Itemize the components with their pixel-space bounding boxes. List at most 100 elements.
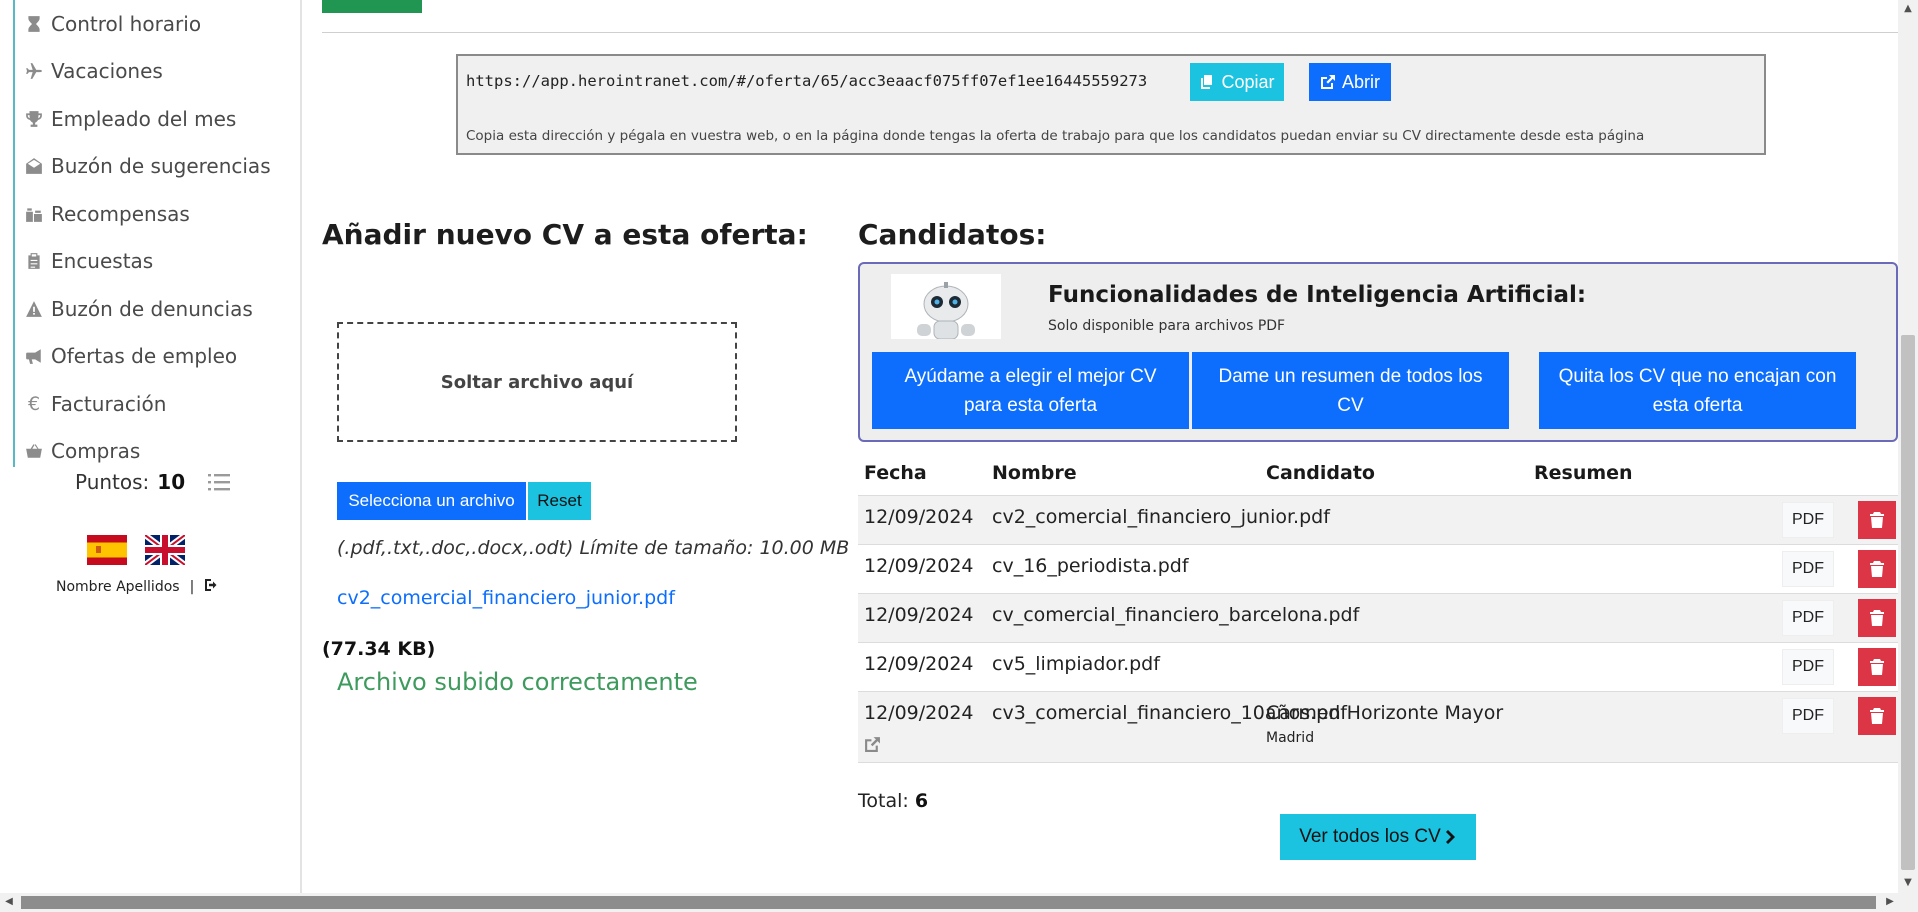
hourglass-icon [23, 13, 45, 35]
sidebar-item-facturacion[interactable]: € Facturación [15, 380, 293, 428]
row-fecha: 12/09/2024 [864, 653, 974, 675]
vertical-scroll-thumb[interactable] [1901, 335, 1915, 870]
uploaded-file-size: (77.34 KB) [322, 638, 436, 660]
scroll-up-arrow-icon[interactable]: ▲ [1903, 4, 1913, 14]
scroll-left-arrow-icon[interactable]: ◀ [4, 897, 14, 907]
candidates-table: Fecha Nombre Candidato Resumen 12/09/202… [858, 452, 1898, 763]
pdf-button[interactable]: PDF [1782, 502, 1834, 538]
separator: | [189, 579, 195, 595]
pdf-button[interactable]: PDF [1782, 649, 1834, 685]
sidebar-item-compras[interactable]: Compras [15, 428, 293, 476]
dropzone-label: Soltar archivo aquí [440, 371, 634, 393]
sidebar-item-label: Facturación [51, 391, 167, 416]
upload-heading: Añadir nuevo CV a esta oferta: [322, 218, 808, 251]
divider [322, 32, 1898, 33]
points-display: Puntos: 10 [75, 470, 231, 494]
user-line: Nombre Apellidos | [56, 578, 220, 596]
copy-button[interactable]: Copiar [1190, 63, 1284, 101]
trash-icon [1870, 610, 1884, 626]
view-all-cv-button[interactable]: Ver todos los CV [1280, 814, 1476, 860]
table-header: Fecha Nombre Candidato Resumen [858, 452, 1898, 496]
chevron-right-icon [1445, 830, 1455, 844]
sidebar-item-control-horario[interactable]: Control horario [15, 0, 293, 48]
clipboard-icon [23, 250, 45, 272]
scroll-down-arrow-icon[interactable]: ▼ [1903, 878, 1913, 888]
row-fecha: 12/09/2024 [864, 604, 974, 626]
list-icon[interactable] [207, 471, 231, 493]
user-name[interactable]: Nombre Apellidos [56, 579, 180, 595]
total-count: Total: 6 [858, 790, 928, 812]
row-fecha: 12/09/2024 [864, 702, 974, 724]
sidebar-item-label: Encuestas [51, 249, 154, 274]
logout-icon[interactable] [204, 578, 220, 596]
sidebar-item-empleado-del-mes[interactable]: Empleado del mes [15, 95, 293, 143]
row-fecha: 12/09/2024 [864, 506, 974, 528]
sidebar-item-buzon-denuncias[interactable]: Buzón de denuncias [15, 285, 293, 333]
column-nombre[interactable]: Nombre [992, 462, 1077, 484]
pdf-button[interactable]: PDF [1782, 600, 1834, 636]
sidebar-item-ofertas-empleo[interactable]: Ofertas de empleo [15, 333, 293, 381]
sidebar-item-vacaciones[interactable]: Vacaciones [15, 48, 293, 96]
delete-button[interactable] [1858, 550, 1896, 588]
top-green-button-edge[interactable] [322, 0, 422, 13]
row-nombre: cv2_comercial_financiero_junior.pdf [992, 506, 1330, 528]
plane-icon [23, 60, 45, 82]
reset-button[interactable]: Reset [528, 482, 591, 520]
candidates-heading: Candidatos: [858, 218, 1047, 251]
select-file-button[interactable]: Selecciona un archivo [337, 482, 526, 520]
sidebar-item-label: Buzón de denuncias [51, 296, 253, 321]
trash-icon [1870, 561, 1884, 577]
offer-url[interactable]: https://app.herointranet.com/#/oferta/65… [466, 72, 1147, 90]
open-label: Abrir [1341, 71, 1380, 92]
delete-button[interactable] [1858, 697, 1896, 735]
pdf-button[interactable]: PDF [1782, 551, 1834, 587]
table-row: 12/09/2024 cv3_comercial_financiero_10añ… [858, 692, 1898, 763]
basket-icon [23, 440, 45, 462]
uploaded-file-link[interactable]: cv2_comercial_financiero_junior.pdf [337, 587, 675, 609]
copy-label: Copiar [1221, 71, 1275, 92]
megaphone-icon [23, 345, 45, 367]
table-row: 12/09/2024 cv2_comercial_financiero_juni… [858, 496, 1898, 545]
vertical-scrollbar[interactable]: ▲ ▼ [1898, 0, 1918, 893]
sidebar-item-label: Control horario [51, 11, 202, 36]
upload-status: Archivo subido correctamente [337, 668, 698, 696]
trash-icon [1870, 512, 1884, 528]
uk-flag-icon[interactable] [145, 535, 185, 565]
open-button[interactable]: Abrir [1309, 63, 1391, 101]
spain-flag-icon[interactable] [87, 535, 127, 565]
sidebar-item-recompensas[interactable]: Recompensas [15, 190, 293, 238]
pdf-button[interactable]: PDF [1782, 698, 1834, 734]
sidebar-item-label: Buzón de sugerencias [51, 154, 271, 179]
delete-button[interactable] [1858, 648, 1896, 686]
ai-summary-button[interactable]: Dame un resumen de todos los CV [1192, 352, 1509, 429]
sidebar-item-buzon-sugerencias[interactable]: Buzón de sugerencias [15, 143, 293, 191]
horizontal-scroll-thumb[interactable] [21, 896, 1876, 909]
ai-filter-button[interactable]: Quita los CV que no encajan con esta ofe… [1539, 352, 1856, 429]
scroll-right-arrow-icon[interactable]: ▶ [1885, 897, 1895, 907]
file-dropzone[interactable]: Soltar archivo aquí [337, 322, 737, 442]
delete-button[interactable] [1858, 501, 1896, 539]
total-label: Total: [858, 790, 909, 812]
robot-image [891, 274, 1001, 340]
column-resumen[interactable]: Resumen [1534, 462, 1633, 484]
column-candidato[interactable]: Candidato [1266, 462, 1375, 484]
ai-best-cv-button[interactable]: Ayúdame a elegir el mejor CV para esta o… [872, 352, 1189, 429]
file-limits: (.pdf,.txt,.doc,.docx,.odt) Límite de ta… [337, 537, 850, 559]
delete-button[interactable] [1858, 599, 1896, 637]
url-help-text: Copia esta dirección y pégala en vuestra… [466, 128, 1645, 144]
external-link-icon[interactable] [864, 736, 881, 753]
euro-icon: € [27, 392, 41, 415]
table-row: 12/09/2024 cv5_limpiador.pdf PDF [858, 643, 1898, 692]
points-value: 10 [157, 470, 186, 494]
column-fecha[interactable]: Fecha [864, 462, 927, 484]
sidebar-item-encuestas[interactable]: Encuestas [15, 238, 293, 286]
ai-subtitle: Solo disponible para archivos PDF [1048, 318, 1286, 334]
horizontal-scrollbar[interactable]: ◀ ▶ [0, 893, 1918, 912]
main-content: https://app.herointranet.com/#/oferta/65… [302, 0, 1898, 893]
trash-icon [1870, 659, 1884, 675]
ai-title: Funcionalidades de Inteligencia Artifici… [1048, 282, 1587, 308]
external-link-icon [1320, 75, 1335, 89]
row-candidato: Carmen Horizonte Mayor [1266, 702, 1504, 724]
copy-icon [1201, 75, 1213, 89]
sidebar-item-label: Compras [51, 439, 141, 464]
